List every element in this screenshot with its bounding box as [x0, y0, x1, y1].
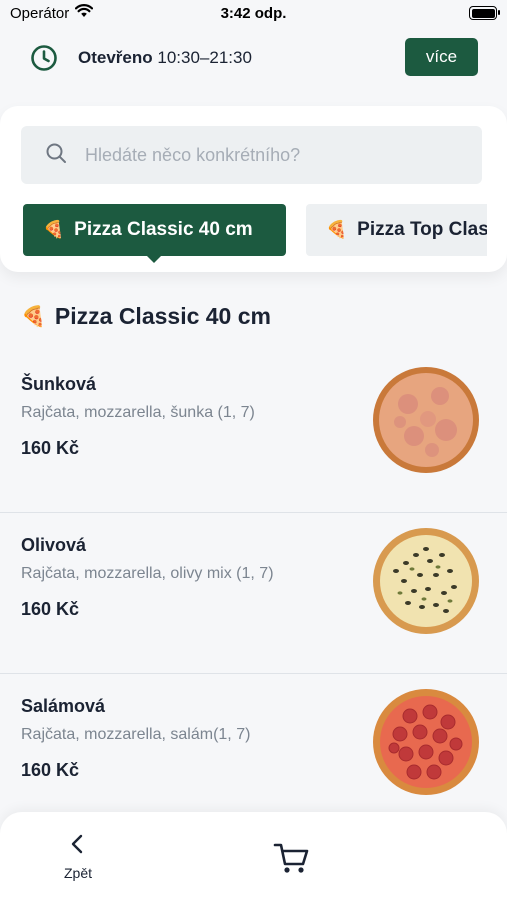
- cart-icon: [272, 843, 312, 880]
- category-tab-pizza-classic[interactable]: 🍕 Pizza Classic 40 cm: [23, 204, 286, 263]
- battery-icon: [469, 6, 500, 20]
- more-button[interactable]: více: [405, 38, 478, 76]
- item-price: 160 Kč: [21, 760, 80, 780]
- item-description: Rajčata, mozzarella, šunka (1, 7): [21, 404, 255, 421]
- opening-hours-label: Otevřeno: [78, 48, 153, 67]
- pizza-icon: 🍕: [21, 306, 46, 328]
- pizza-olive-image: [370, 525, 482, 637]
- bottom-navigation-bar: Zpět: [0, 812, 507, 900]
- item-price: 160 Kč: [21, 438, 80, 458]
- pizza-icon: 🍕: [43, 220, 65, 239]
- cart-button[interactable]: [272, 840, 312, 876]
- wifi-icon: [75, 4, 94, 22]
- opening-hours-row: Otevřeno 10:30–21:30 více: [0, 26, 507, 90]
- pizza-icon: 🍕: [326, 220, 348, 239]
- status-left: Operátor: [10, 4, 94, 22]
- item-description: Rajčata, mozzarella, olivy mix (1, 7): [21, 565, 274, 582]
- item-price: 160 Kč: [21, 599, 80, 619]
- item-name: Olivová: [21, 535, 87, 555]
- back-label: Zpět: [63, 865, 92, 881]
- back-button[interactable]: Zpět: [48, 832, 108, 886]
- menu-item[interactable]: Šunková Rajčata, mozzarella, šunka (1, 7…: [0, 352, 507, 513]
- section-title: 🍕 Pizza Classic 40 cm: [21, 303, 271, 330]
- category-tab-label: Pizza Top Classic: [357, 219, 487, 240]
- chevron-left-icon: [68, 832, 88, 861]
- status-bar: Operátor 3:42 odp.: [0, 0, 507, 26]
- category-tabs: 🍕 Pizza Classic 40 cm 🍕 Pizza Top Classi…: [23, 204, 487, 264]
- clock-icon: [30, 44, 58, 72]
- category-tab-label: Pizza Classic 40 cm: [74, 219, 253, 240]
- item-name: Šunková: [21, 374, 97, 394]
- menu-item[interactable]: Salámová Rajčata, mozzarella, salám(1, 7…: [0, 674, 507, 835]
- search-box[interactable]: [21, 126, 482, 184]
- item-name: Salámová: [21, 696, 106, 716]
- opening-hours-value: 10:30–21:30: [157, 48, 252, 67]
- carrier-label: Operátor: [10, 4, 70, 22]
- search-icon: [45, 142, 67, 169]
- item-description: Rajčata, mozzarella, salám(1, 7): [21, 726, 251, 743]
- menu-item[interactable]: Olivová Rajčata, mozzarella, olivy mix (…: [0, 513, 507, 674]
- pizza-ham-image: [370, 364, 482, 476]
- search-input[interactable]: [85, 144, 465, 166]
- opening-hours-text: Otevřeno 10:30–21:30: [78, 48, 252, 68]
- search-category-card: 🍕 Pizza Classic 40 cm 🍕 Pizza Top Classi…: [0, 106, 507, 272]
- section-title-text: Pizza Classic 40 cm: [54, 303, 271, 329]
- pizza-salami-image: [370, 686, 482, 798]
- category-tab-pizza-top-classic[interactable]: 🍕 Pizza Top Classic: [306, 204, 487, 256]
